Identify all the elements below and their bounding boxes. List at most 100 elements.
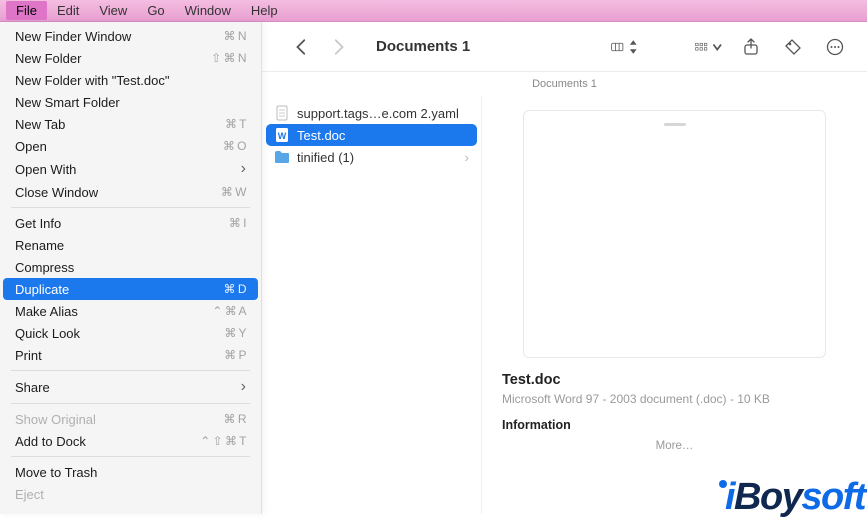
menu-item-label: Compress [15, 260, 74, 275]
file-row[interactable]: tinified (1) › [266, 146, 477, 168]
up-down-icon [627, 38, 640, 56]
menubar-item-file[interactable]: File [6, 1, 47, 20]
menu-item-label: Add to Dock [15, 434, 86, 449]
document-icon [274, 105, 290, 121]
file-row[interactable]: W Test.doc [266, 124, 477, 146]
menu-item-label: New Finder Window [15, 29, 131, 44]
menu-shortcut: ⌘ W [221, 185, 246, 199]
menu-shortcut: ⌘ P [224, 348, 246, 362]
menubar-item-window[interactable]: Window [175, 1, 241, 20]
menu-item-show-original: Show Original ⌘ R [3, 408, 258, 430]
chevron-left-icon [293, 38, 311, 56]
menu-item-add-to-dock[interactable]: Add to Dock⌃ ⇧ ⌘ T [3, 430, 258, 452]
chevron-right-icon [329, 38, 347, 56]
preview-subtitle: Microsoft Word 97 - 2003 document (.doc)… [502, 392, 847, 406]
menu-item-label: Eject [15, 487, 44, 502]
grid-group-icon [695, 38, 708, 56]
preview-title: Test.doc [502, 372, 847, 388]
menu-item-get-info[interactable]: Get Info ⌘ I [3, 212, 258, 234]
file-list-column: support.tags…e.com 2.yaml W Test.doc tinifi… [262, 96, 482, 514]
group-by-button[interactable] [695, 35, 723, 59]
menu-item-new-finder-window[interactable]: New Finder Window ⌘ N [3, 25, 258, 47]
menu-item-label: Quick Look [15, 326, 80, 341]
file-menu: New Finder Window⌘ NNew Folder⇧ ⌘ NNew F… [0, 22, 262, 514]
preview-thumbnail[interactable] [523, 110, 827, 358]
menu-separator [11, 403, 250, 404]
document-icon: W [274, 127, 290, 143]
menu-shortcut: ⌘ D [224, 282, 247, 296]
file-name: Test.doc [297, 128, 345, 143]
menu-separator [11, 370, 250, 371]
menubar: File Edit View Go Window Help [0, 0, 867, 22]
preview-pane: Test.doc Microsoft Word 97 - 2003 docume… [482, 96, 867, 514]
menu-item-make-alias[interactable]: Make Alias ⌃ ⌘ A [3, 300, 258, 322]
menu-item-open[interactable]: Open ⌘ O [3, 135, 258, 157]
view-mode-button[interactable] [611, 35, 639, 59]
menu-item-label: New Smart Folder [15, 95, 120, 110]
folder-icon [274, 149, 290, 165]
menubar-item-go[interactable]: Go [137, 1, 174, 20]
menu-item-label: Share [15, 380, 50, 395]
file-name: support.tags…e.com 2.yaml [297, 106, 459, 121]
menu-separator [11, 456, 250, 457]
menu-shortcut: ⇧ ⌘ N [211, 51, 246, 65]
menu-item-label: Get Info [15, 216, 61, 231]
menu-item-print[interactable]: Print ⌘ P [3, 344, 258, 366]
menubar-item-view[interactable]: View [89, 1, 137, 20]
share-button[interactable] [737, 35, 765, 59]
menu-shortcut: ⌘ T [225, 117, 246, 131]
tags-button[interactable] [779, 35, 807, 59]
ellipsis-circle-icon [826, 38, 844, 56]
menu-item-label: Duplicate [15, 282, 69, 297]
columns-icon [611, 38, 624, 56]
menu-item-rename[interactable]: Rename [3, 234, 258, 256]
file-name: tinified (1) [297, 150, 354, 165]
preview-section-header: Information [502, 418, 847, 432]
back-button[interactable] [288, 35, 316, 59]
menu-item-label: Show Original [15, 412, 96, 427]
menu-shortcut: ⌘ Y [224, 326, 246, 340]
preview-more-link[interactable]: More… [502, 440, 847, 452]
menu-item-share[interactable]: Share › [3, 375, 258, 399]
more-actions-button[interactable] [821, 35, 849, 59]
chevron-right-icon: › [464, 149, 469, 165]
chevron-right-icon: › [241, 160, 246, 178]
menu-shortcut: ⌘ N [224, 29, 247, 43]
chevron-right-icon: › [241, 378, 246, 396]
menu-item-new-folder-with-test-doc[interactable]: New Folder with "Test.doc" [3, 69, 258, 91]
menu-item-label: Make Alias [15, 304, 78, 319]
menu-item-new-folder[interactable]: New Folder ⇧ ⌘ N [3, 47, 258, 69]
menu-item-close-window[interactable]: Close Window ⌘ W [3, 181, 258, 203]
menu-item-duplicate[interactable]: Duplicate ⌘ D [3, 278, 258, 300]
menubar-item-edit[interactable]: Edit [47, 1, 89, 20]
menu-item-new-smart-folder[interactable]: New Smart Folder [3, 91, 258, 113]
menubar-item-help[interactable]: Help [241, 1, 288, 20]
chevron-down-icon [711, 38, 724, 56]
menu-shortcut: ⌃ ⌘ A [212, 304, 246, 318]
menu-item-label: New Folder with "Test.doc" [15, 73, 169, 88]
menu-item-label: Open [15, 139, 47, 154]
menu-item-label: Print [15, 348, 42, 363]
menu-item-quick-look[interactable]: Quick Look ⌘ Y [3, 322, 258, 344]
menu-item-open-with[interactable]: Open With › [3, 157, 258, 181]
menu-shortcut: ⌘ O [223, 139, 246, 153]
menu-item-label: Close Window [15, 185, 98, 200]
menu-item-label: Move to Trash [15, 465, 97, 480]
menu-item-new-tab[interactable]: New Tab ⌘ T [3, 113, 258, 135]
forward-button[interactable] [324, 35, 352, 59]
menu-shortcut: ⌘ R [224, 412, 247, 426]
menu-separator [11, 207, 250, 208]
menu-item-label: New Tab [15, 117, 65, 132]
menu-item-label: New Folder [15, 51, 81, 66]
menu-item-label: Open With [15, 162, 76, 177]
menu-item-label: Rename [15, 238, 64, 253]
content-area: support.tags…e.com 2.yaml W Test.doc tinifi… [262, 96, 867, 514]
share-icon [742, 38, 760, 56]
path-bar[interactable]: Documents 1 [262, 72, 867, 96]
file-row[interactable]: support.tags…e.com 2.yaml [266, 102, 477, 124]
finder-window: Documents 1 [0, 22, 867, 514]
menu-item-compress[interactable]: Compress [3, 256, 258, 278]
menu-shortcut: ⌘ I [229, 216, 246, 230]
menu-item-move-to-trash[interactable]: Move to Trash [3, 461, 258, 483]
window-title: Documents 1 [376, 38, 470, 55]
